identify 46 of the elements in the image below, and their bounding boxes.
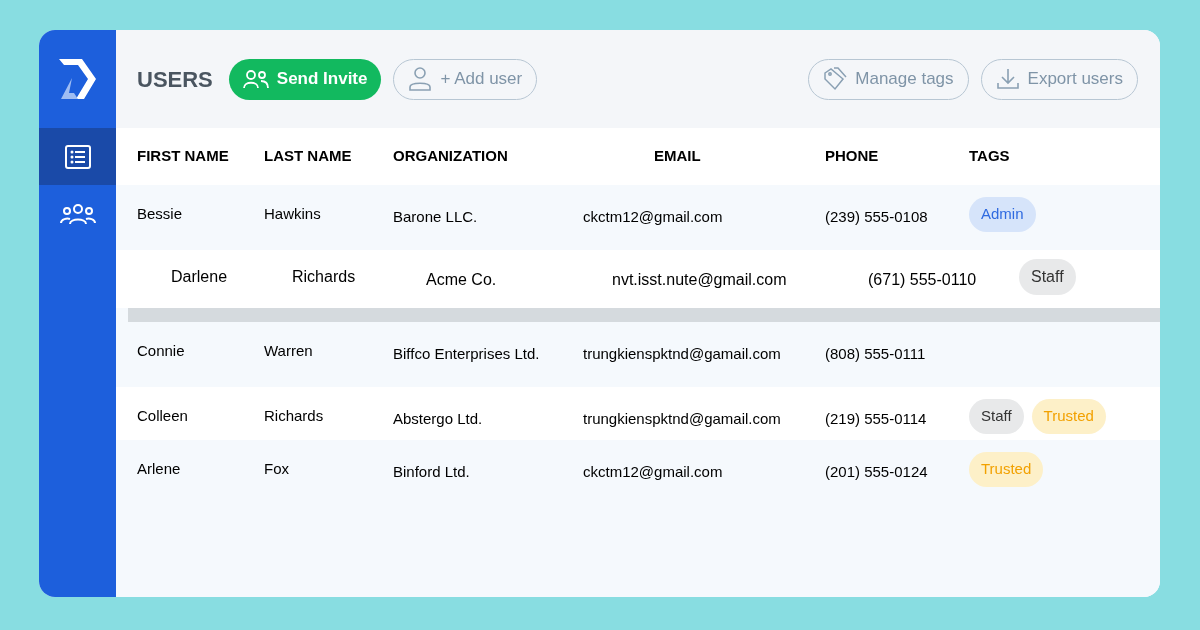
dragged-row[interactable]: Darlene Richards Acme Co. nvt.isst.nute@gmail.com (671) 555-0110 Staff: [116, 250, 1160, 308]
table-cell-text: ckctm12@gmail.com: [583, 462, 724, 482]
table-cell-text: (671) 555-0110: [868, 270, 978, 290]
users-icon: [242, 69, 269, 89]
table-cell-text: Hawkins: [264, 204, 322, 224]
page-title: USERS: [137, 65, 213, 94]
table-cell-text: Acme Co.: [426, 270, 498, 290]
column-header: LAST NAME: [264, 146, 353, 167]
table-cell-text: (219) 555-0114: [825, 409, 928, 429]
tag: Staff: [1019, 259, 1076, 295]
tag: Admin: [969, 197, 1036, 232]
table-cell-text: Richards: [292, 267, 357, 287]
table-cell-text: ckctm12@gmail.com: [583, 207, 724, 227]
table-cell-text: Fox: [264, 459, 290, 479]
tag: Staff: [969, 399, 1024, 434]
table-cell-text: trungkienspktnd@gamail.com: [583, 344, 782, 364]
column-header: ORGANIZATION: [393, 146, 509, 167]
table-cell-text: Bessie: [137, 204, 184, 224]
tag-icon: [823, 67, 848, 91]
column-header: FIRST NAME: [137, 146, 230, 167]
table-cell-text: (808) 555-0111: [825, 344, 927, 364]
table-cell-text: Binford Ltd.: [393, 462, 471, 482]
table-cell-text: Connie: [137, 341, 186, 361]
list-icon: [63, 143, 92, 170]
table-cell-text: Barone LLC.: [393, 207, 479, 227]
tag: Trusted: [1031, 399, 1106, 434]
table-cell-text: Darlene: [171, 267, 229, 287]
table-cell-text: (201) 555-0124: [825, 462, 929, 482]
table-cell-text: Colleen: [137, 406, 189, 426]
sidebar-item[interactable]: [39, 128, 116, 185]
person-icon: [408, 66, 433, 92]
table-cell-text: Abstergo Ltd.: [393, 409, 484, 429]
tag: Trusted: [969, 452, 1044, 487]
download-icon: [995, 67, 1020, 91]
column-header: TAGS: [969, 146, 1011, 167]
column-header: EMAIL: [653, 146, 702, 167]
table-cell-text: (239) 555-0108: [825, 207, 929, 227]
table-cell-text: Biffco Enterprises Ltd.: [393, 344, 541, 364]
table-cell-text: nvt.isst.nute@gmail.com: [612, 270, 788, 290]
column-header: PHONE: [825, 146, 880, 167]
table-cell-text: trungkienspktnd@gamail.com: [583, 409, 782, 429]
users-icon: [59, 201, 96, 226]
table-cell-text: Arlene: [137, 459, 182, 479]
send-invite-button[interactable]: Send Invite: [228, 58, 382, 100]
table-cell-text: Warren: [264, 341, 314, 361]
table-cell-text: Richards: [264, 406, 325, 426]
